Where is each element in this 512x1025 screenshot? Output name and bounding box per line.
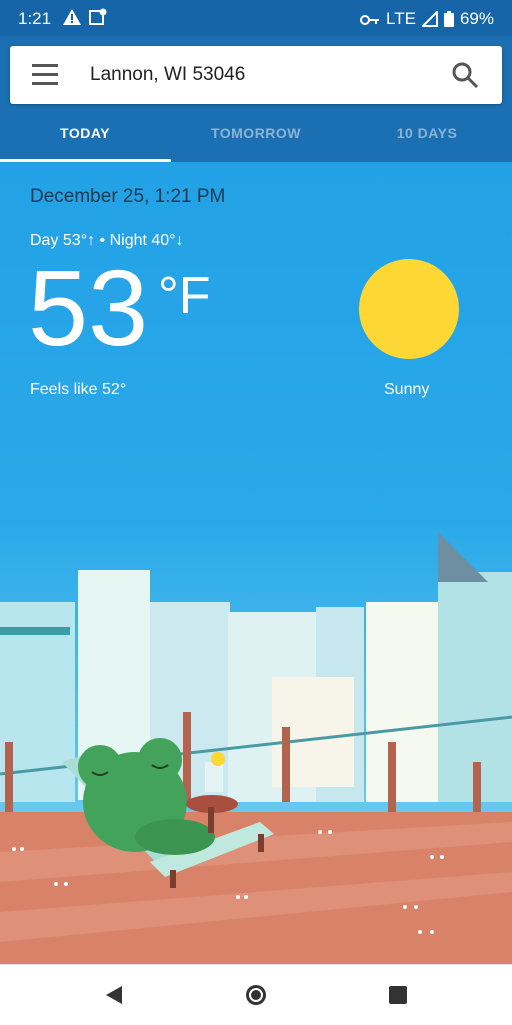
weather-condition: Sunny (384, 381, 430, 398)
feels-like: Feels like 52° (30, 381, 127, 398)
system-nav-bar (0, 964, 512, 1025)
map-icon (89, 8, 107, 25)
signal-icon (421, 11, 438, 27)
status-right: LTE 69% (360, 9, 494, 29)
key-icon (360, 15, 380, 25)
forecast-tabs: TODAY TOMORROW 10 DAYS (0, 116, 512, 162)
tab-today[interactable]: TODAY (0, 116, 170, 162)
location-name[interactable]: Lannon, WI 53046 (90, 64, 245, 86)
tab-tomorrow[interactable]: TOMORROW (171, 116, 341, 162)
rooftop-frog-illustration (0, 532, 512, 964)
today-panel: December 25, 1:21 PM Day 53°↑ • Night 40… (0, 162, 512, 964)
status-time: 1:21 (18, 9, 52, 28)
home-icon[interactable] (244, 983, 268, 1007)
app-header: Lannon, WI 53046 TODAY TOMORROW 10 DAYS (0, 36, 512, 162)
status-bar: 1:21 LTE 69% (0, 0, 512, 36)
location-search-bar[interactable]: Lannon, WI 53046 (10, 46, 502, 104)
sun-icon (359, 259, 459, 359)
menu-icon[interactable] (32, 64, 58, 86)
temperature-unit: °F (158, 267, 211, 325)
battery-level: 69% (459, 9, 494, 28)
back-icon[interactable] (102, 983, 126, 1007)
forecast-date: December 25, 1:21 PM (30, 186, 226, 207)
tab-10-days[interactable]: 10 DAYS (342, 116, 512, 162)
warning-icon (63, 9, 81, 25)
network-type: LTE (386, 9, 416, 28)
battery-icon (443, 11, 454, 27)
current-temperature: 53 (28, 247, 149, 368)
search-icon[interactable] (450, 60, 480, 90)
recents-icon[interactable] (386, 983, 410, 1007)
